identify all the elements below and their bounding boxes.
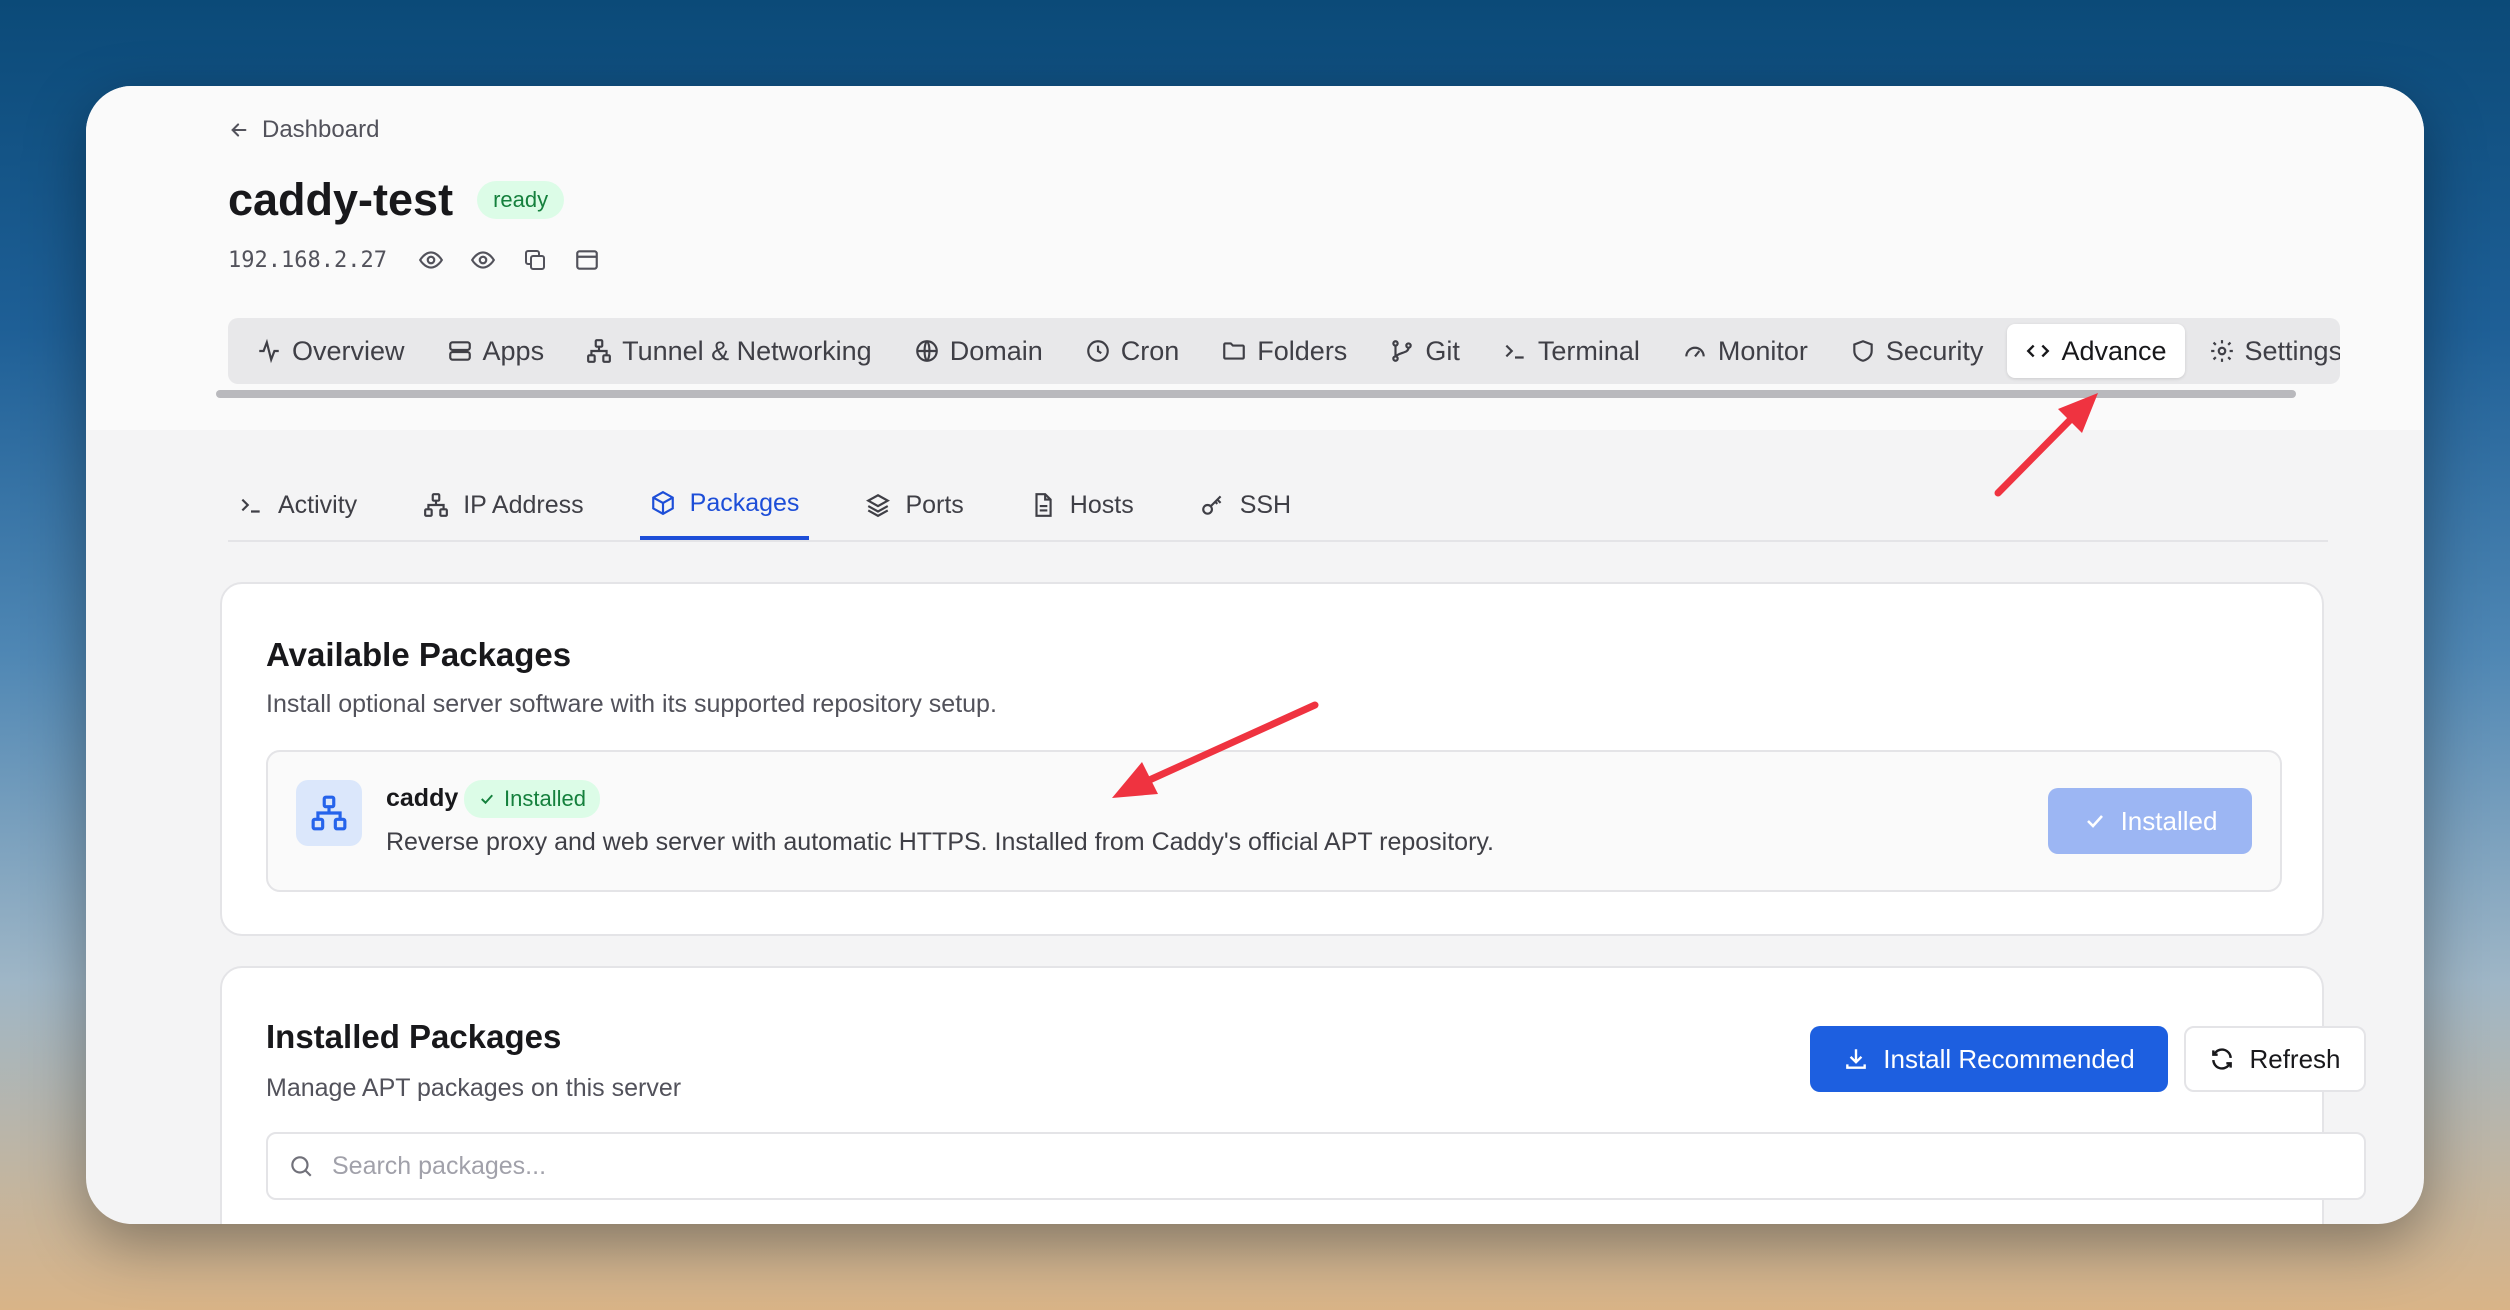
copy-icon[interactable] <box>519 244 551 276</box>
subtab-packages[interactable]: Packages <box>639 470 810 540</box>
tab-git[interactable]: Git <box>1371 324 1478 378</box>
subtab-label: SSH <box>1239 490 1292 519</box>
tab-label: Settings <box>2244 335 2340 366</box>
annotation-arrow-icon <box>1112 701 1319 798</box>
refresh-button[interactable]: Refresh <box>2184 1026 2366 1092</box>
subtab-ip-address[interactable]: IP Address <box>413 470 593 540</box>
installed-badge-label: Installed <box>504 786 586 811</box>
back-link[interactable]: Dashboard <box>228 116 379 144</box>
eye-icon[interactable] <box>415 244 447 276</box>
main-tabs: Overview Apps Tunnel & Networking Domain… <box>228 318 2340 384</box>
package-description: Reverse proxy and web server with automa… <box>386 828 1494 856</box>
package-icon <box>651 490 674 516</box>
tab-cron[interactable]: Cron <box>1067 324 1198 378</box>
tab-tunnel-networking[interactable]: Tunnel & Networking <box>568 324 890 378</box>
install-recommended-button[interactable]: Install Recommended <box>1810 1026 2168 1092</box>
network-icon <box>587 339 611 363</box>
tab-domain[interactable]: Domain <box>896 324 1061 378</box>
shield-icon <box>1853 340 1873 362</box>
subtab-ports[interactable]: Ports <box>855 470 973 540</box>
subtab-label: Packages <box>689 488 800 517</box>
tab-label: Monitor <box>1717 335 1808 366</box>
tab-apps[interactable]: Apps <box>429 324 563 378</box>
tab-label: Security <box>1885 335 1984 366</box>
code-icon <box>2027 344 2050 358</box>
tab-label: Overview <box>292 335 405 366</box>
installed-packages-subtitle: Manage APT packages on this server <box>266 1074 682 1102</box>
tab-label: Cron <box>1120 335 1180 366</box>
available-packages-title: Available Packages <box>266 636 572 673</box>
tab-label: Domain <box>949 335 1043 366</box>
subtab-label: Activity <box>278 490 358 519</box>
installed-button[interactable]: Installed <box>2048 788 2252 854</box>
annotation-arrow-icon <box>1994 393 2098 497</box>
refresh-label: Refresh <box>2249 1043 2341 1074</box>
subtab-label: Hosts <box>1069 490 1134 519</box>
arrow-left-icon <box>231 123 247 137</box>
tab-monitor[interactable]: Monitor <box>1664 324 1826 378</box>
clock-icon <box>1086 340 1109 362</box>
installed-packages-card: Installed Packages Manage APT packages o… <box>220 966 2366 1224</box>
installed-button-label: Installed <box>2120 805 2218 836</box>
subtab-label: IP Address <box>463 490 584 519</box>
server-stack-icon <box>448 341 471 361</box>
tab-overview[interactable]: Overview <box>238 324 423 378</box>
layers-icon <box>866 494 891 518</box>
folder-icon <box>1223 342 1246 360</box>
subtab-activity[interactable]: Activity <box>228 470 367 540</box>
browser-window-icon[interactable] <box>571 244 603 276</box>
gauge-icon <box>1685 346 1705 358</box>
install-recommended-label: Install Recommended <box>1883 1043 2135 1074</box>
network-icon <box>424 493 449 517</box>
search-input[interactable] <box>332 1151 2232 1181</box>
package-name: caddy <box>386 784 459 812</box>
subtab-label: Ports <box>905 490 964 519</box>
tab-folders[interactable]: Folders <box>1203 324 1365 378</box>
tab-label: Tunnel & Networking <box>622 335 872 366</box>
network-icon <box>296 780 362 846</box>
subtab-hosts[interactable]: Hosts <box>1020 470 1144 540</box>
installed-packages-title: Installed Packages <box>266 1018 562 1055</box>
tab-terminal[interactable]: Terminal <box>1484 324 1658 378</box>
installed-badge: Installed <box>464 780 600 818</box>
tab-label: Folders <box>1257 335 1348 366</box>
search-box <box>266 1132 2366 1200</box>
terminal-icon <box>1505 344 1524 359</box>
gear-icon <box>2210 340 2233 362</box>
tab-label: Terminal <box>1537 335 1640 366</box>
terminal-icon <box>241 498 260 513</box>
tab-settings[interactable]: Settings <box>2191 324 2340 378</box>
page-title: caddy-test <box>228 174 454 225</box>
refresh-icon <box>2212 1048 2233 1070</box>
check-icon <box>481 794 493 805</box>
activity-icon <box>259 338 279 364</box>
status-badge: ready <box>477 181 565 219</box>
tab-label: Git <box>1425 335 1460 366</box>
subtab-ssh[interactable]: SSH <box>1190 470 1301 540</box>
back-link-label: Dashboard <box>262 116 380 143</box>
tab-security[interactable]: Security <box>1832 324 2002 378</box>
file-icon <box>1035 493 1052 517</box>
server-ip: 192.168.2.27 <box>228 247 387 273</box>
available-packages-subtitle: Install optional server software with it… <box>266 690 997 718</box>
tab-advance[interactable]: Advance <box>2007 324 2185 378</box>
eye-icon[interactable] <box>467 244 499 276</box>
search-icon <box>291 1156 312 1177</box>
download-icon <box>1846 1049 1867 1069</box>
globe-icon <box>915 340 938 362</box>
tab-label: Advance <box>2061 335 2167 366</box>
tab-label: Apps <box>482 335 545 366</box>
key-icon <box>1201 495 1222 515</box>
git-branch-icon <box>1392 340 1413 362</box>
check-icon <box>2086 815 2103 828</box>
app-window: Dashboard caddy-test ready 192.168.2.27 … <box>86 86 2424 1224</box>
